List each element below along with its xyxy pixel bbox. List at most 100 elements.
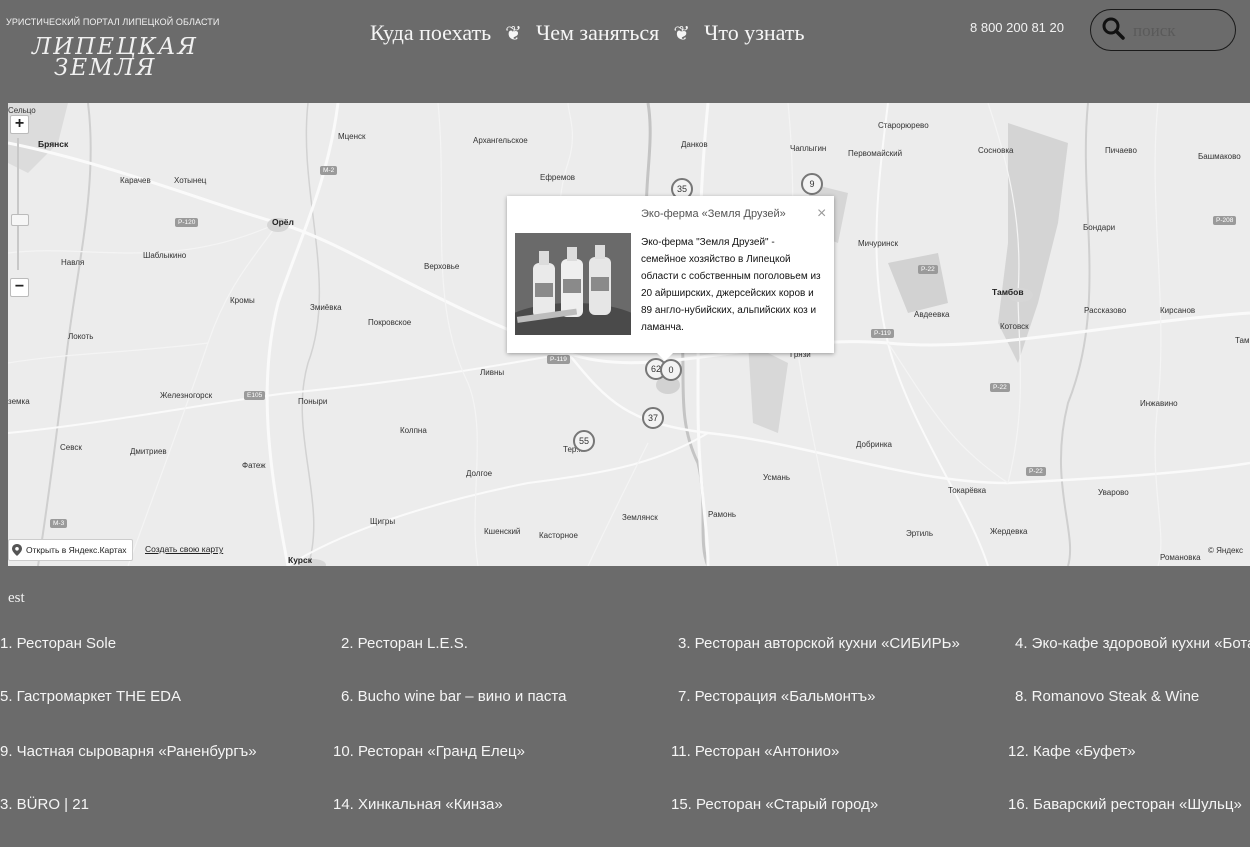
map-city-label: Железногорск — [160, 391, 213, 400]
zoom-in-button[interactable]: + — [10, 115, 29, 134]
road-shield: P-208 — [1213, 216, 1237, 225]
road-shield: P-120 — [175, 218, 199, 227]
yandex-map[interactable]: Сельцо Брянск Мценск Архангельское Данко… — [8, 103, 1250, 566]
map-city-label: Покровское — [368, 318, 412, 327]
milk-bottles-image — [515, 233, 631, 335]
popup-description: Эко-ферма "Земля Друзей" - семейное хозя… — [641, 237, 821, 333]
map-city-label: Локоть — [68, 332, 94, 341]
map-city-label: Ефремов — [540, 173, 576, 182]
list-item[interactable]: 1. Ресторан Sole — [0, 635, 116, 652]
map-city-label: Касторное — [539, 531, 578, 540]
list-item[interactable]: 10. Ресторан «Гранд Елец» — [333, 743, 525, 760]
map-balloon-popup: Эко-ферма «Земля Друзей» Эко-ферма "Земл… — [507, 196, 834, 361]
map-copyright[interactable]: © Яндекс — [1208, 546, 1243, 555]
map-city-label: Сосновка — [978, 146, 1014, 155]
logo-line-2: ЗЕМЛЯ — [54, 55, 157, 81]
nav-where-to-go[interactable]: Куда поехать — [370, 20, 491, 46]
create-map-link[interactable]: Создать свою карту — [145, 544, 223, 554]
list-item[interactable]: 14. Хинкальная «Кинза» — [333, 796, 503, 813]
map-city-label: Дмитриев — [130, 447, 167, 456]
map-city-label: Мичуринск — [858, 239, 899, 248]
farm-photo — [515, 233, 631, 335]
map-city-label: Кромы — [230, 296, 255, 305]
list-item[interactable]: 5. Гастромаркет THE EDA — [0, 688, 181, 705]
map-city-label: Рассказово — [1084, 306, 1127, 315]
map-pin[interactable]: 55 — [573, 430, 595, 458]
map-city-label: Кирсанов — [1160, 306, 1196, 315]
map-city-label: Уварово — [1098, 488, 1129, 497]
map-city-label: Романовка — [1160, 553, 1201, 562]
site-header: УРИСТИЧЕСКИЙ ПОРТАЛ ЛИПЕЦКОЙ ОБЛАСТИ ЛИП… — [0, 0, 1250, 103]
map-city-label: Шаблыкино — [143, 251, 187, 260]
map-city-label: Тамбов — [992, 287, 1024, 297]
map-pin[interactable]: 37 — [642, 407, 664, 435]
map-pin[interactable]: 0 — [660, 359, 682, 387]
map-city-label: Хотынец — [174, 176, 207, 185]
zoom-out-button[interactable]: − — [10, 278, 29, 297]
map-city-label: земка — [8, 397, 30, 406]
main-nav: Куда поехать ❦ Чем заняться ❦ Что узнать — [370, 20, 805, 46]
list-title: est — [8, 590, 25, 606]
phone-number[interactable]: 8 800 200 81 20 — [970, 20, 1064, 35]
portal-caption: УРИСТИЧЕСКИЙ ПОРТАЛ ЛИПЕЦКОЙ ОБЛАСТИ — [6, 17, 220, 27]
map-city-label: Пичаево — [1105, 146, 1137, 155]
road-shield: E105 — [244, 391, 266, 400]
search-box[interactable] — [1090, 9, 1236, 51]
road-shield: M-3 — [50, 519, 68, 528]
road-shield: M-2 — [320, 166, 338, 175]
map-city-label: Сельцо — [8, 106, 36, 115]
list-item[interactable]: 12. Кафе «Буфет» — [1008, 743, 1136, 760]
map-city-label: Первомайский — [848, 149, 903, 158]
open-in-yandex-maps-button[interactable]: Открыть в Яндекс.Картах — [8, 539, 133, 561]
location-pin-icon — [12, 544, 22, 556]
map-city-label: Старорюрево — [878, 121, 929, 130]
list-item[interactable]: 3. BÜRO | 21 — [0, 796, 89, 813]
list-item[interactable]: 11. Ресторан «Антонио» — [671, 743, 839, 760]
map-city-label: Добринка — [856, 440, 892, 449]
map-city-label: Колпна — [400, 426, 427, 435]
map-city-label: Ливны — [480, 368, 505, 377]
map-city-label: Севск — [60, 443, 82, 452]
list-item[interactable]: 7. Ресторация «Бальмонтъ» — [678, 688, 875, 705]
list-item[interactable]: 3. Ресторан авторской кухни «СИБИРЬ» — [678, 635, 960, 652]
road-shield: P-22 — [990, 383, 1010, 392]
list-item[interactable]: 16. Баварский ресторан «Шульц» — [1008, 796, 1242, 813]
map-city-label: Долгое — [466, 469, 493, 478]
zoom-slider[interactable] — [17, 138, 19, 270]
map-city-label: Котовск — [1000, 322, 1029, 331]
map-city-label: Жердевка — [990, 527, 1028, 536]
site-logo[interactable]: ЛИПЕЦКАЯ ЗЕМЛЯ — [32, 36, 198, 81]
open-in-yandex-label: Открыть в Яндекс.Картах — [26, 545, 127, 555]
ornament-icon: ❦ — [505, 22, 522, 45]
map-city-label: Эртиль — [906, 529, 933, 538]
map-city-label: Там — [1235, 336, 1250, 345]
map-city-label: Поныри — [298, 397, 328, 406]
list-item[interactable]: 4. Эко-кафе здоровой кухни «Бота — [1015, 635, 1250, 652]
list-item[interactable]: 2. Ресторан L.E.S. — [341, 635, 468, 652]
map-city-label: Карачев — [120, 176, 151, 185]
zoom-slider-handle[interactable] — [11, 214, 29, 226]
list-item[interactable]: 8. Romanovo Steak & Wine — [1015, 688, 1199, 705]
map-city-label: Усмань — [763, 473, 791, 482]
popup-title: Эко-ферма «Земля Друзей» — [641, 208, 786, 220]
nav-what-to-do[interactable]: Чем заняться — [536, 20, 659, 46]
map-city-label: Навля — [61, 258, 85, 267]
ornament-icon: ❦ — [673, 22, 691, 45]
list-item[interactable]: 9. Частная сыроварня «Раненбургъ» — [0, 743, 257, 760]
map-city-label: Землянск — [622, 513, 658, 522]
search-input[interactable] — [1131, 18, 1231, 44]
map-city-label: Бондари — [1083, 223, 1116, 232]
map-city-label: Змиёвка — [310, 303, 342, 312]
road-shield: P-119 — [547, 355, 570, 364]
list-item[interactable]: 6. Bucho wine bar – вино и паста — [341, 688, 566, 705]
map-city-label: Курск — [288, 555, 312, 565]
close-icon[interactable]: × — [817, 205, 826, 223]
nav-what-to-know[interactable]: Что узнать — [704, 20, 804, 46]
list-item[interactable]: 15. Ресторан «Старый город» — [671, 796, 878, 813]
road-shield: P-119 — [871, 329, 894, 338]
map-city-label: Архангельское — [473, 136, 528, 145]
map-city-label: Кшенский — [484, 527, 521, 536]
map-city-label: Мценск — [338, 132, 366, 141]
map-city-label: Авдеевка — [914, 310, 950, 319]
map-city-label: Брянск — [38, 139, 69, 149]
